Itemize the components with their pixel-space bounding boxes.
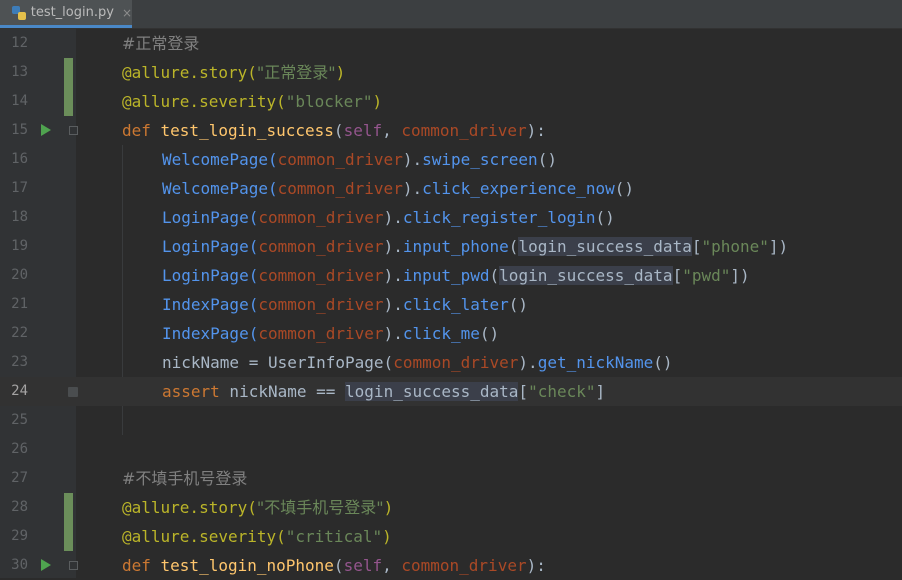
line-number: 21	[11, 296, 28, 312]
code-text: #正常登录	[122, 29, 199, 58]
editor-tab-bar: test_login.py ×	[0, 0, 902, 29]
tab-test-login[interactable]: test_login.py ×	[0, 0, 132, 28]
code-line: 14 @allure.severity("blocker")	[0, 87, 902, 116]
comment: #正常登录	[122, 34, 200, 53]
code-line: 19 LoginPage(common_driver).input_phone(…	[0, 232, 902, 261]
line-number: 18	[11, 209, 28, 225]
line-number: 30	[11, 557, 28, 573]
line-number: 15	[11, 122, 28, 138]
python-file-icon	[12, 5, 26, 20]
fold-icon[interactable]	[69, 561, 78, 570]
code-line: 21 IndexPage(common_driver).click_later(…	[0, 290, 902, 319]
code-line: 27 #不填手机号登录	[0, 464, 902, 493]
run-test-icon[interactable]	[41, 124, 51, 136]
line-number: 20	[11, 267, 28, 283]
code-text: LoginPage(common_driver).input_pwd(login…	[162, 266, 750, 285]
line-number: 28	[11, 499, 28, 515]
fold-end-icon[interactable]	[68, 387, 78, 397]
code-line: 12 #正常登录	[0, 29, 902, 58]
code-line: 18 LoginPage(common_driver).click_regist…	[0, 203, 902, 232]
code-line: 17 WelcomePage(common_driver).click_expe…	[0, 174, 902, 203]
code-text: #不填手机号登录	[122, 464, 247, 493]
line-number: 14	[11, 93, 28, 109]
code-text: @allure.story("正常登录")	[122, 63, 346, 82]
code-line: 28 @allure.story("不填手机号登录")	[0, 493, 902, 522]
code-text: WelcomePage(common_driver).click_experie…	[162, 179, 635, 198]
code-text: @allure.story("不填手机号登录")	[122, 498, 394, 517]
code-line: 23 nickName = UserInfoPage(common_driver…	[0, 348, 902, 377]
vcs-added-marker	[64, 87, 73, 116]
line-number: 27	[11, 470, 28, 486]
tab-file-name: test_login.py	[30, 5, 114, 20]
code-editor[interactable]: 12 #正常登录 13 @allure.story("正常登录") 14 @al…	[0, 29, 902, 578]
code-text: def test_login_noPhone(self, common_driv…	[122, 556, 546, 575]
vcs-added-marker	[64, 493, 73, 522]
line-number: 13	[11, 64, 28, 80]
line-number: 16	[11, 151, 28, 167]
code-line: 20 LoginPage(common_driver).input_pwd(lo…	[0, 261, 902, 290]
comment: #不填手机号登录	[122, 469, 248, 488]
code-text: LoginPage(common_driver).click_register_…	[162, 208, 615, 227]
line-number: 25	[11, 412, 28, 428]
code-line: 15 def test_login_success(self, common_d…	[0, 116, 902, 145]
line-number: 22	[11, 325, 28, 341]
code-text: IndexPage(common_driver).click_me()	[162, 324, 500, 343]
code-line-current: 24 assert nickName == login_success_data…	[0, 377, 902, 406]
code-text: def test_login_success(self, common_driv…	[122, 121, 546, 140]
code-line: 13 @allure.story("正常登录")	[0, 58, 902, 87]
line-number: 23	[11, 354, 28, 370]
line-number: 29	[11, 528, 28, 544]
code-text: @allure.severity("blocker")	[122, 92, 383, 111]
code-text: @allure.severity("critical")	[122, 527, 392, 546]
vcs-added-marker	[64, 58, 73, 87]
code-line: 22 IndexPage(common_driver).click_me()	[0, 319, 902, 348]
code-line: 29 @allure.severity("critical")	[0, 522, 902, 551]
code-text: assert nickName == login_success_data["c…	[162, 382, 606, 401]
line-number: 17	[11, 180, 28, 196]
code-text: IndexPage(common_driver).click_later()	[162, 295, 529, 314]
code-text: LoginPage(common_driver).input_phone(log…	[162, 237, 789, 256]
code-text: WelcomePage(common_driver).swipe_screen(…	[162, 150, 557, 169]
line-number: 12	[11, 35, 28, 51]
line-number: 26	[11, 441, 28, 457]
fold-icon[interactable]	[69, 126, 78, 135]
code-line: 25	[0, 406, 902, 435]
code-line: 30 def test_login_noPhone(self, common_d…	[0, 551, 902, 580]
code-text: nickName = UserInfoPage(common_driver).g…	[162, 353, 673, 372]
vcs-added-marker	[64, 522, 73, 551]
line-number: 24	[11, 383, 28, 399]
run-test-icon[interactable]	[41, 559, 51, 571]
code-line: 16 WelcomePage(common_driver).swipe_scre…	[0, 145, 902, 174]
close-icon[interactable]: ×	[122, 6, 132, 20]
line-number: 19	[11, 238, 28, 254]
code-line: 26	[0, 435, 902, 464]
